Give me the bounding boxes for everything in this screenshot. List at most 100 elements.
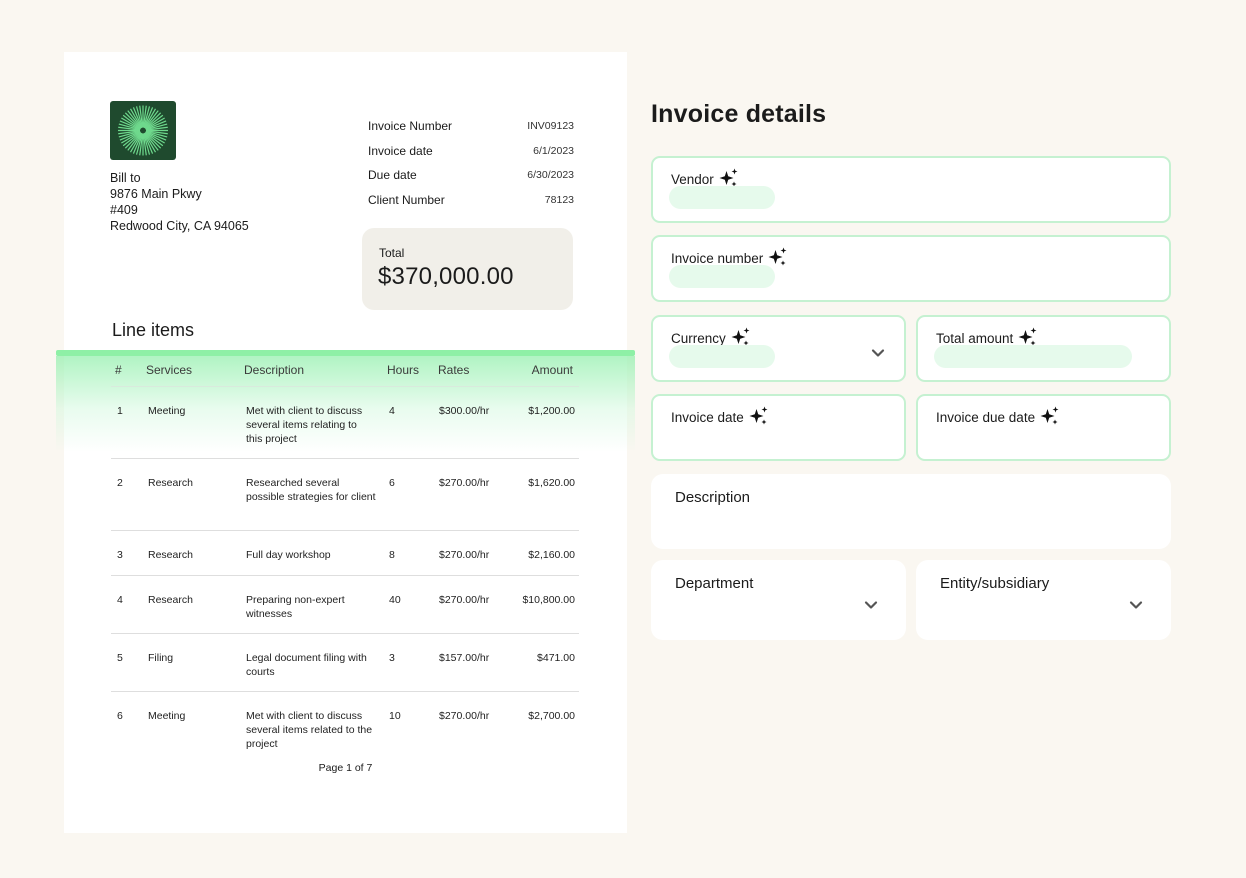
table-row: 3 Research Full day workshop 8 $270.00/h… xyxy=(111,531,579,576)
invoice-date-field[interactable]: Invoice date xyxy=(651,394,906,461)
invoice-number-label-text: Invoice number xyxy=(671,251,764,266)
bill-to-address: Bill to 9876 Main Pkwy #409 Redwood City… xyxy=(110,170,249,234)
row-description: Full day workshop xyxy=(246,549,331,561)
row-hours: 10 xyxy=(389,710,401,722)
bill-to-unit: #409 xyxy=(110,203,138,217)
table-row: 6 Meeting Met with client to discuss sev… xyxy=(111,692,579,752)
row-description: Met with client to discuss several items… xyxy=(246,405,363,445)
row-number: 2 xyxy=(117,477,123,489)
row-rate: $270.00/hr xyxy=(439,594,490,606)
row-amount: $2,160.00 xyxy=(528,549,575,561)
meta-value: 6/1/2023 xyxy=(533,144,574,157)
department-label: Department xyxy=(675,575,754,592)
row-number: 4 xyxy=(117,594,123,606)
meta-row-invoice-number: Invoice Number INV09123 xyxy=(368,114,574,139)
column-header-amount: Amount xyxy=(531,363,573,377)
table-header: # Services Description Hours Rates Amoun… xyxy=(111,356,579,387)
chevron-down-icon[interactable] xyxy=(871,345,885,363)
invoice-due-date-field[interactable]: Invoice due date xyxy=(916,394,1171,461)
row-rate: $270.00/hr xyxy=(439,477,490,489)
row-service: Meeting xyxy=(148,710,186,722)
row-amount: $2,700.00 xyxy=(528,710,575,722)
invoice-number-value-placeholder xyxy=(669,265,775,288)
currency-value-placeholder xyxy=(669,345,775,368)
total-label: Total xyxy=(379,246,405,260)
chevron-down-icon[interactable] xyxy=(1129,597,1143,615)
row-rate: $157.00/hr xyxy=(439,652,490,664)
sparkle-icon xyxy=(1040,406,1060,429)
invoice-meta: Invoice Number INV09123 Invoice date 6/1… xyxy=(368,114,574,212)
row-service: Filing xyxy=(148,652,174,664)
description-label: Description xyxy=(675,489,751,506)
row-number: 5 xyxy=(117,652,123,664)
meta-label: Client Number xyxy=(368,192,445,207)
table-row: 1 Meeting Met with client to discuss sev… xyxy=(111,387,579,459)
total-value: $370,000.00 xyxy=(378,263,514,290)
table-row: 2 Research Researched several possible s… xyxy=(111,459,579,531)
currency-select[interactable]: Currency xyxy=(651,315,906,382)
row-hours: 40 xyxy=(389,594,401,606)
table-row: 4 Research Preparing non-expert witnesse… xyxy=(111,576,579,634)
chevron-down-icon[interactable] xyxy=(864,597,878,615)
row-service: Meeting xyxy=(148,405,186,417)
row-number: 6 xyxy=(117,710,123,722)
row-number: 3 xyxy=(117,549,123,561)
row-description: Met with client to discuss several items… xyxy=(246,710,373,750)
bill-to-city: Redwood City, CA 94065 xyxy=(110,219,249,233)
column-header-services: Services xyxy=(146,363,193,377)
invoice-date-label-text: Invoice date xyxy=(671,410,744,425)
row-rate: $270.00/hr xyxy=(439,549,490,561)
row-description: Legal document filing with courts xyxy=(246,652,367,678)
total-amount-field[interactable]: Total amount xyxy=(916,315,1171,382)
invoice-due-date-label: Invoice due date xyxy=(936,406,1060,429)
meta-value: 6/30/2023 xyxy=(527,169,574,182)
row-number: 1 xyxy=(117,405,123,417)
row-service: Research xyxy=(148,594,193,606)
row-hours: 6 xyxy=(389,477,395,489)
vendor-value-placeholder xyxy=(669,186,775,209)
meta-row-due-date: Due date 6/30/2023 xyxy=(368,163,574,188)
invoice-document: Bill to 9876 Main Pkwy #409 Redwood City… xyxy=(56,52,635,833)
line-items-table: # Services Description Hours Rates Amoun… xyxy=(111,356,579,752)
column-header-hours: Hours xyxy=(387,363,420,377)
invoice-due-date-label-text: Invoice due date xyxy=(936,410,1036,425)
row-amount: $471.00 xyxy=(537,652,575,664)
meta-row-invoice-date: Invoice date 6/1/2023 xyxy=(368,139,574,164)
currency-label-text: Currency xyxy=(671,331,726,346)
row-amount: $1,200.00 xyxy=(528,405,575,417)
entity-subsidiary-select[interactable]: Entity/subsidiary xyxy=(916,560,1171,640)
invoice-number-field[interactable]: Invoice number xyxy=(651,235,1171,302)
page-indicator: Page 1 of 7 xyxy=(318,762,373,774)
meta-row-client-number: Client Number 78123 xyxy=(368,188,574,213)
meta-label: Invoice Number xyxy=(368,119,453,134)
bill-to-street: 9876 Main Pkwy xyxy=(110,187,202,201)
row-hours: 8 xyxy=(389,549,395,561)
row-description: Researched several possible strategies f… xyxy=(246,477,376,503)
meta-label: Due date xyxy=(368,168,417,183)
meta-value: 78123 xyxy=(544,193,574,206)
row-amount: $1,620.00 xyxy=(528,477,575,489)
total-amount-label-text: Total amount xyxy=(936,331,1014,346)
table-row: 5 Filing Legal document filing with cour… xyxy=(111,634,579,692)
row-service: Research xyxy=(148,477,193,489)
description-field[interactable]: Description xyxy=(651,474,1171,549)
department-select[interactable]: Department xyxy=(651,560,906,640)
meta-label: Invoice date xyxy=(368,143,433,158)
row-service: Research xyxy=(148,549,193,561)
vendor-label-text: Vendor xyxy=(671,172,714,187)
row-amount: $10,800.00 xyxy=(522,594,575,606)
row-rate: $270.00/hr xyxy=(439,710,490,722)
row-hours: 4 xyxy=(389,405,395,417)
sparkle-icon xyxy=(768,247,788,270)
row-hours: 3 xyxy=(389,652,395,664)
vendor-field[interactable]: Vendor xyxy=(651,156,1171,223)
row-rate: $300.00/hr xyxy=(439,405,490,417)
page-title: Invoice details xyxy=(651,100,827,128)
sparkle-icon xyxy=(749,406,769,429)
total-card: Total $370,000.00 xyxy=(362,228,573,310)
column-header-number: # xyxy=(115,363,122,377)
row-description: Preparing non-expert witnesses xyxy=(246,594,345,620)
total-amount-value-placeholder xyxy=(934,345,1132,368)
column-header-rates: Rates xyxy=(438,363,470,377)
company-logo xyxy=(110,101,176,160)
